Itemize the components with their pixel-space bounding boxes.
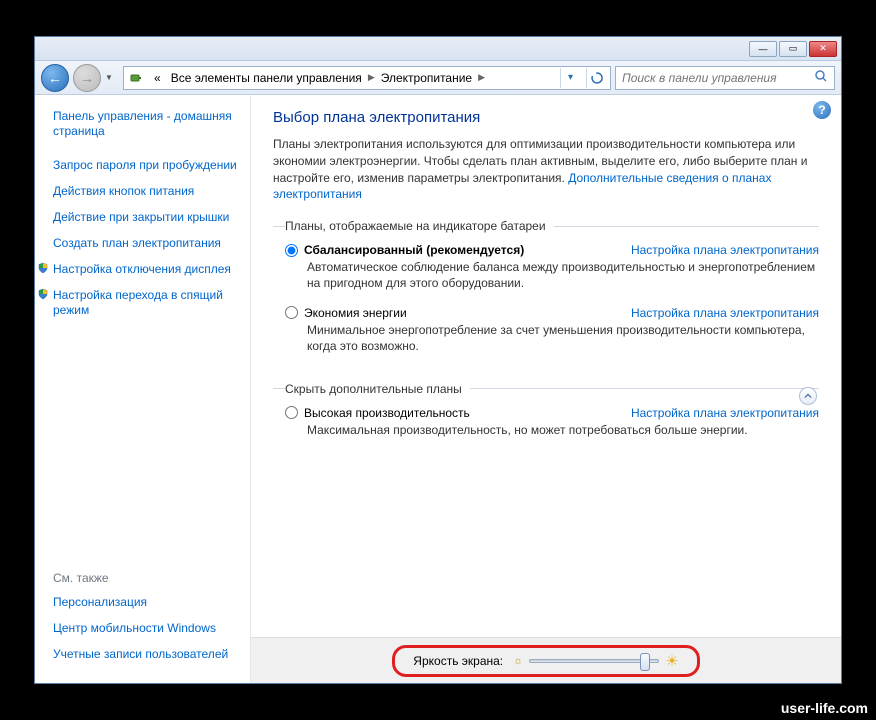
see-also-heading: См. также — [53, 571, 240, 585]
maximize-button[interactable]: ▭ — [779, 41, 807, 57]
plan-balanced-radio[interactable] — [285, 244, 298, 257]
navigation-bar: ← → ▼ « Все элементы панели управления ▶… — [35, 61, 841, 95]
lid-close-link[interactable]: Действие при закрытии крышки — [53, 210, 240, 225]
help-icon[interactable]: ? — [813, 101, 831, 119]
plan-powersaver-desc: Минимальное энергопотребление за счет ум… — [307, 322, 819, 354]
body-area: Панель управления - домашняя страница За… — [35, 95, 841, 683]
collapse-button[interactable] — [799, 387, 817, 405]
power-buttons-link[interactable]: Действия кнопок питания — [53, 184, 240, 199]
display-off-link[interactable]: Настройка отключения дисплея — [53, 262, 231, 277]
address-bar[interactable]: « Все элементы панели управления ▶ Элект… — [123, 66, 611, 90]
plan-balanced[interactable]: Сбалансированный (рекомендуется) — [285, 243, 524, 257]
plan-highperf-desc: Максимальная производительность, но може… — [307, 422, 819, 438]
back-button[interactable]: ← — [41, 64, 69, 92]
plan-highperf-label: Высокая производительность — [304, 406, 470, 420]
power-options-icon — [128, 70, 144, 86]
plan-balanced-desc: Автоматическое соблюдение баланса между … — [307, 259, 819, 291]
breadcrumb: « Все элементы панели управления ▶ Элект… — [150, 69, 554, 87]
shield-icon — [37, 262, 49, 274]
plan-powersaver-settings-link[interactable]: Настройка плана электропитания — [631, 306, 819, 320]
sidebar: Панель управления - домашняя страница За… — [35, 95, 250, 683]
chevron-right-icon[interactable]: ▶ — [368, 72, 375, 83]
search-box[interactable] — [615, 66, 835, 90]
page-title: Выбор плана электропитания — [273, 109, 819, 126]
forward-button[interactable]: → — [73, 64, 101, 92]
mobility-center-link[interactable]: Центр мобильности Windows — [53, 621, 240, 636]
bottom-bar: Яркость экрана: ☼ ☀ — [251, 637, 841, 683]
brightness-slider[interactable] — [529, 659, 659, 663]
breadcrumb-prefix: « — [150, 69, 165, 87]
plan-highperf[interactable]: Высокая производительность — [285, 406, 470, 420]
plan-highperf-radio[interactable] — [285, 406, 298, 419]
sleep-settings-link[interactable]: Настройка перехода в спящий режим — [53, 288, 240, 318]
plan-powersaver-radio[interactable] — [285, 306, 298, 319]
sun-dim-icon: ☼ — [513, 655, 523, 667]
page-description: Планы электропитания используются для оп… — [273, 136, 819, 203]
plan-balanced-label: Сбалансированный (рекомендуется) — [304, 243, 524, 257]
sun-bright-icon: ☀ — [665, 652, 678, 670]
minimize-button[interactable]: — — [749, 41, 777, 57]
slider-thumb[interactable] — [640, 653, 650, 671]
battery-plans-group: Планы, отображаемые на индикаторе батаре… — [273, 219, 819, 368]
brightness-label: Яркость экрана: — [413, 654, 503, 668]
close-button[interactable]: ✕ — [809, 41, 837, 57]
main-content: ? Выбор плана электропитания Планы элект… — [250, 95, 841, 683]
plan-powersaver[interactable]: Экономия энергии — [285, 306, 407, 320]
breadcrumb-all-items[interactable]: Все элементы панели управления — [167, 69, 366, 87]
chevron-right-icon[interactable]: ▶ — [478, 72, 485, 83]
watermark: user-life.com — [781, 700, 868, 716]
create-plan-link[interactable]: Создать план электропитания — [53, 236, 240, 251]
require-password-link[interactable]: Запрос пароля при пробуждении — [53, 158, 240, 173]
search-input[interactable] — [622, 71, 814, 85]
history-dropdown[interactable]: ▼ — [105, 68, 119, 88]
additional-plans-group: Скрыть дополнительные планы Высокая прои… — [273, 382, 819, 452]
control-panel-home-link[interactable]: Панель управления - домашняя страница — [53, 109, 240, 139]
address-dropdown[interactable]: ▾ — [560, 68, 580, 88]
brightness-control: ☼ ☀ — [513, 652, 679, 670]
titlebar: — ▭ ✕ — [35, 37, 841, 61]
shield-icon — [37, 288, 49, 300]
control-panel-window: — ▭ ✕ ← → ▼ « Все элементы панели управл… — [34, 36, 842, 684]
refresh-button[interactable] — [586, 68, 606, 88]
breadcrumb-power-options[interactable]: Электропитание — [377, 69, 476, 87]
battery-plans-legend: Планы, отображаемые на индикаторе батаре… — [285, 219, 554, 233]
plan-powersaver-label: Экономия энергии — [304, 306, 407, 320]
brightness-highlight: Яркость экрана: ☼ ☀ — [392, 645, 699, 677]
search-icon[interactable] — [814, 69, 828, 86]
additional-plans-legend: Скрыть дополнительные планы — [285, 382, 470, 396]
user-accounts-link[interactable]: Учетные записи пользователей — [53, 647, 240, 662]
plan-highperf-settings-link[interactable]: Настройка плана электропитания — [631, 406, 819, 420]
personalization-link[interactable]: Персонализация — [53, 595, 240, 610]
plan-balanced-settings-link[interactable]: Настройка плана электропитания — [631, 243, 819, 257]
